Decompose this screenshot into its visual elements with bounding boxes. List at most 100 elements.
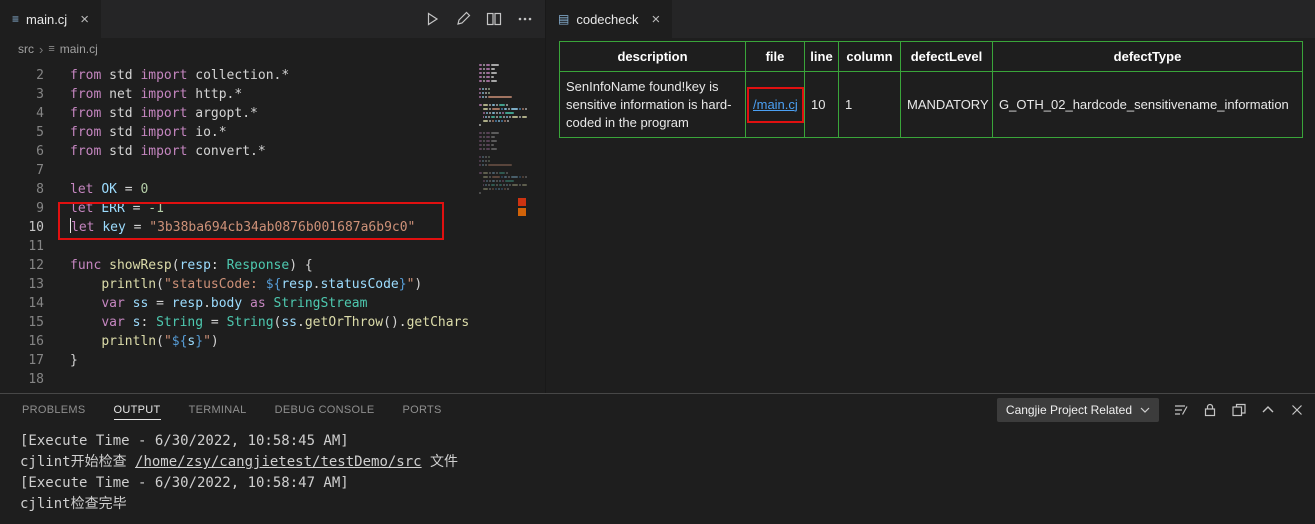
minimap-segment — [489, 104, 491, 106]
more-actions-icon[interactable] — [517, 11, 533, 27]
code-line[interactable]: 3from net import http.* — [0, 85, 545, 104]
breadcrumb-file[interactable]: main.cj — [60, 42, 98, 56]
code-line[interactable]: 8let OK = 0 — [0, 180, 545, 199]
minimap-segment — [482, 160, 484, 162]
line-number: 17 — [0, 351, 44, 370]
minimap-segment — [498, 188, 500, 190]
code-token: = — [126, 220, 149, 235]
minimap-row — [479, 164, 527, 166]
minimap-row — [479, 80, 527, 82]
minimap-segment — [512, 184, 518, 186]
code-token: collection.* — [187, 68, 289, 83]
lock-icon[interactable] — [1202, 402, 1218, 418]
code-token: } — [195, 334, 203, 349]
breadcrumb-folder[interactable]: src — [18, 42, 34, 56]
minimap-segment — [479, 172, 482, 174]
code-line[interactable]: 15 var s: String = String(ss.getOrThrow(… — [0, 313, 545, 332]
file-link[interactable]: /main.cj — [753, 97, 798, 112]
panel-tab-debug-console[interactable]: DEBUG CONSOLE — [275, 400, 375, 420]
close-tab-icon[interactable]: × — [80, 11, 89, 28]
code-line[interactable]: 14 var ss = resp.body as StringStream — [0, 294, 545, 313]
tab-main-cj[interactable]: ≡ main.cj × — [0, 0, 102, 38]
code-token: Response — [227, 258, 290, 273]
minimap[interactable] — [479, 64, 527, 200]
minimap-segment — [491, 148, 497, 150]
code-text: let OK = 0 — [44, 180, 148, 199]
minimap-row — [479, 72, 527, 74]
clear-output-icon[interactable] — [1173, 402, 1189, 418]
tab-codecheck[interactable]: ▤ codecheck × — [546, 0, 673, 38]
maximize-panel-icon[interactable] — [1260, 402, 1276, 418]
code-line[interactable]: 13 println("statusCode: ${resp.statusCod… — [0, 275, 545, 294]
minimap-segment — [479, 144, 482, 146]
minimap-segment — [486, 148, 490, 150]
codecheck-group: ▤ codecheck × descriptionfilelinecolumnd… — [545, 0, 1315, 393]
code-line[interactable]: 6from std import convert.* — [0, 142, 545, 161]
code-line[interactable]: 18 — [0, 370, 545, 389]
minimap-segment — [485, 156, 487, 158]
run-icon[interactable] — [424, 11, 440, 27]
code-token: = — [203, 315, 226, 330]
code-token: import — [140, 87, 187, 102]
cell-defectType: G_OTH_02_hardcode_sensitivename_informat… — [993, 72, 1303, 138]
minimap-row — [479, 68, 527, 70]
minimap-segment — [479, 148, 482, 150]
code-token: showResp — [109, 258, 172, 273]
minimap-segment — [485, 160, 487, 162]
minimap-segment — [501, 120, 503, 122]
minimap-segment — [492, 172, 495, 174]
line-number: 3 — [0, 85, 44, 104]
panel-tab-terminal[interactable]: TERMINAL — [189, 400, 247, 420]
code-line[interactable]: 7 — [0, 161, 545, 180]
line-number: 9 — [0, 199, 44, 218]
code-line[interactable]: 10let key = "3b38ba694cb34ab0876b001687a… — [0, 218, 545, 237]
code-token: from — [70, 68, 101, 83]
minimap-segment — [519, 176, 521, 178]
minimap-segment — [508, 108, 510, 110]
open-in-editor-icon[interactable] — [1231, 402, 1247, 418]
minimap-segment — [511, 176, 518, 178]
code-token: std — [101, 68, 140, 83]
code-line[interactable]: 9let ERR = -1 — [0, 199, 545, 218]
minimap-segment — [486, 140, 490, 142]
output-line: [Execute Time - 6/30/2022, 10:58:47 AM] — [20, 473, 1315, 494]
minimap-row — [479, 160, 527, 162]
minimap-segment — [499, 184, 503, 186]
split-editor-icon[interactable] — [486, 11, 502, 27]
code-line[interactable]: 17} — [0, 351, 545, 370]
code-line[interactable]: 16 println("${s}") — [0, 332, 545, 351]
minimap-segment — [482, 96, 484, 98]
panel-tab-problems[interactable]: PROBLEMS — [22, 400, 86, 420]
code-line[interactable]: 12func showResp(resp: Response) { — [0, 256, 545, 275]
code-token: resp — [172, 296, 203, 311]
minimap-segment — [485, 116, 487, 118]
panel-tab-ports[interactable]: PORTS — [402, 400, 441, 420]
code-line[interactable]: 2from std import collection.* — [0, 66, 545, 85]
minimap-segment — [479, 124, 481, 126]
minimap-row — [479, 124, 527, 126]
code-token: ${ — [172, 334, 188, 349]
minimap-segment — [483, 140, 485, 142]
minimap-segment — [479, 140, 482, 142]
minimap-segment — [479, 96, 481, 98]
output-text: 文件 — [422, 454, 458, 470]
code-line[interactable]: 5from std import io.* — [0, 123, 545, 142]
path-link[interactable]: /home/zsy/cangjietest/testDemo/src — [135, 454, 422, 470]
close-panel-icon[interactable] — [1289, 402, 1305, 418]
output-log[interactable]: [Execute Time - 6/30/2022, 10:58:45 AM]c… — [0, 426, 1315, 524]
code-text: println("${s}") — [44, 332, 219, 351]
column-header-defectType: defectType — [993, 42, 1303, 72]
cell-description: SenInfoName found!key is sensitive infor… — [560, 72, 746, 138]
defect-table: descriptionfilelinecolumndefectLeveldefe… — [559, 41, 1303, 138]
code-line[interactable]: 11 — [0, 237, 545, 256]
code-editor[interactable]: 2from std import collection.*3from net i… — [0, 60, 545, 393]
panel-tab-output[interactable]: OUTPUT — [114, 400, 161, 420]
minimap-row — [479, 100, 527, 102]
minimap-segment — [501, 108, 503, 110]
close-tab-icon[interactable]: × — [652, 11, 661, 28]
output-channel-select[interactable]: Cangjie Project Related — [997, 398, 1159, 422]
minimap-row — [479, 188, 527, 190]
edit-icon[interactable] — [455, 11, 471, 27]
code-line[interactable]: 4from std import argopt.* — [0, 104, 545, 123]
minimap-segment — [479, 136, 482, 138]
